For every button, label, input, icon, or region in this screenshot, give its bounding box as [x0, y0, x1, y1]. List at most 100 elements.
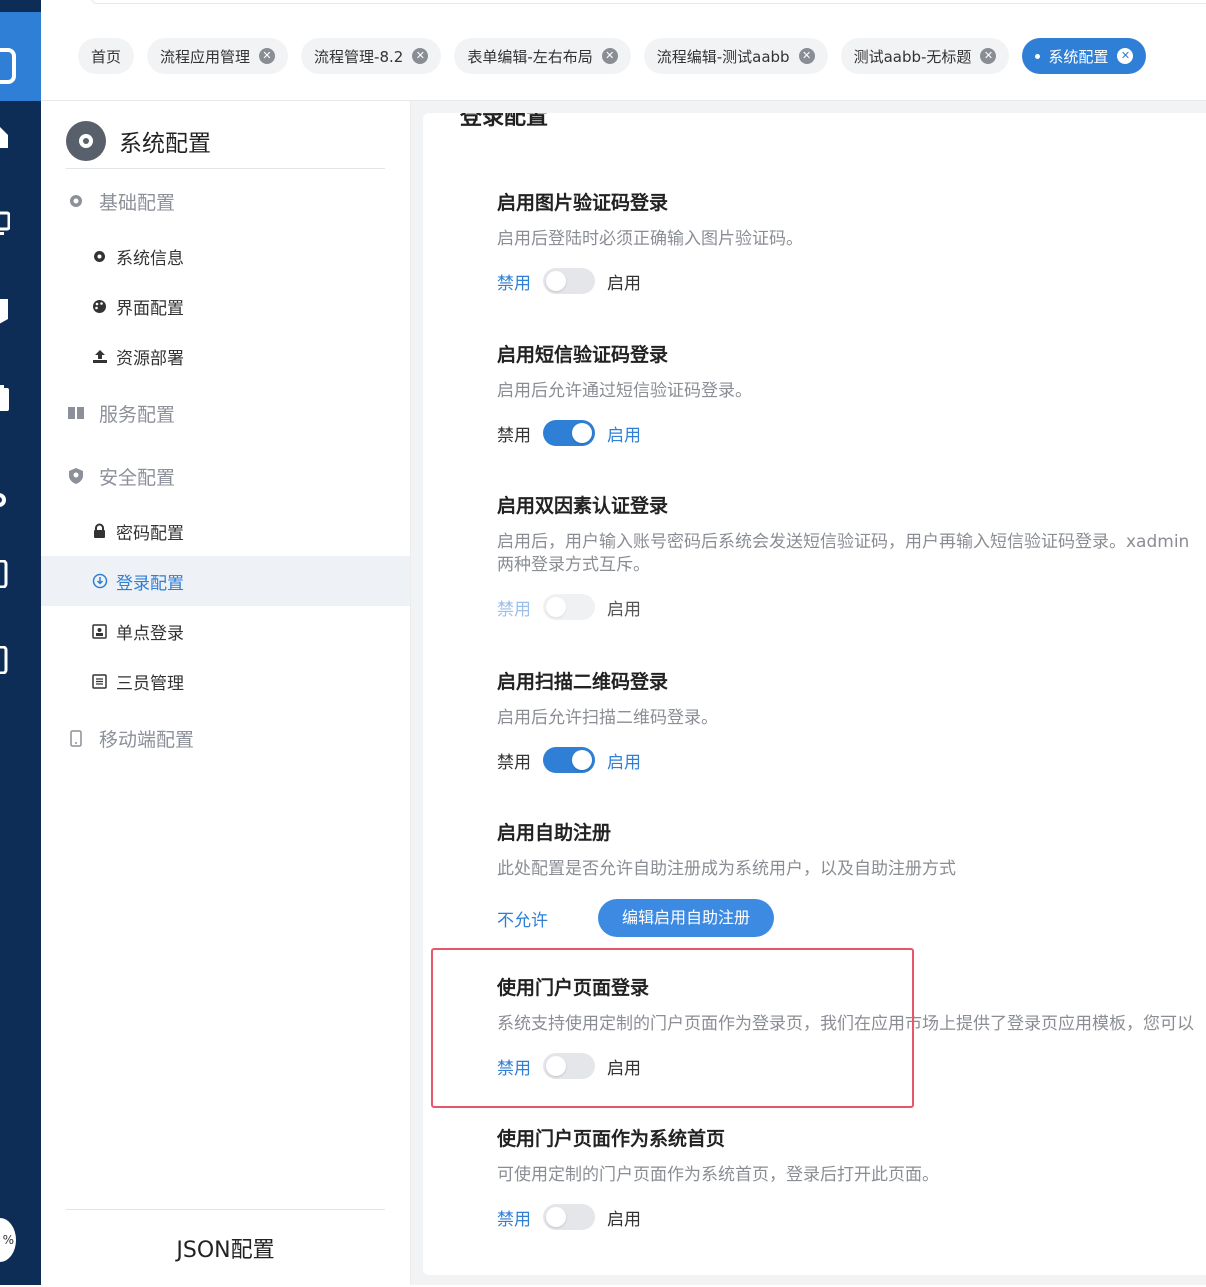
tab-label: 系统配置: [1048, 47, 1109, 66]
active-dot: [1035, 53, 1041, 59]
on-label: 启用: [607, 1209, 641, 1230]
sidebar-header: 系统配置: [66, 120, 385, 169]
gear-icon: [91, 248, 108, 265]
sidebar-item-resource-deploy[interactable]: 资源部署: [41, 331, 410, 381]
tab-home[interactable]: 首页: [78, 38, 135, 74]
tab-label: 流程应用管理: [160, 47, 251, 66]
sidebar-title: 系统配置: [119, 131, 211, 157]
section-desc: 启用后，用户输入账号密码后系统会发送短信验证码，用户再输入短信验证码登录。xad…: [497, 532, 1190, 552]
sidebar-item-three-admins[interactable]: 三员管理: [41, 656, 410, 706]
off-label: 禁用: [497, 425, 531, 446]
tab-label: 流程编辑-测试aabb: [656, 47, 790, 66]
section-desc: 启用后登陆时必须正确输入图片验证码。: [497, 229, 803, 249]
main-content: 登录配置 启用图片验证码登录 启用后登陆时必须正确输入图片验证码。 禁用 启用 …: [411, 101, 1206, 1285]
top-bar: 首页 流程应用管理 ✕ 流程管理-8.2 ✕ 表单编辑-左右布局 ✕ 流程编辑-测试a…: [41, 0, 1206, 101]
sidebar-item-system-info[interactable]: 系统信息: [41, 231, 410, 281]
section-title: 使用门户页面登录: [497, 977, 650, 999]
tab-form-edit[interactable]: 表单编辑-左右布局 ✕: [454, 38, 631, 74]
tab-process-app-mgmt[interactable]: 流程应用管理 ✕: [147, 38, 289, 74]
left-rail: %: [0, 0, 41, 1285]
group-security[interactable]: 安全配置: [66, 461, 175, 491]
sidebar-item-label: 登录配置: [116, 573, 184, 594]
sidebar-item-label: 密码配置: [116, 523, 184, 544]
shield-icon: [66, 466, 86, 486]
group-service[interactable]: 服务配置: [66, 398, 175, 428]
switch-row: 禁用 启用: [497, 745, 1206, 775]
tablet-icon[interactable]: [0, 559, 10, 589]
section-sms: 启用短信验证码登录 启用后允许通过短信验证码登录。 禁用 启用: [497, 341, 1206, 448]
switch-row: 禁用 启用: [497, 266, 1206, 296]
progress-badge[interactable]: %: [0, 1218, 16, 1262]
sidebar-item-password[interactable]: 密码配置: [41, 506, 410, 556]
section-desc: 此处配置是否允许自助注册成为系统用户，以及自助注册方式: [497, 859, 956, 879]
section-title: 使用门户页面作为系统首页: [497, 1128, 726, 1150]
sidebar-item-label: 系统信息: [116, 248, 184, 269]
tab-bar: 首页 流程应用管理 ✕ 流程管理-8.2 ✕ 表单编辑-左右布局 ✕ 流程编辑-测试a…: [78, 38, 1147, 74]
off-label: 禁用: [497, 752, 531, 773]
two-factor-toggle[interactable]: [543, 594, 595, 620]
close-icon[interactable]: ✕: [601, 48, 618, 64]
sidebar-item-sso[interactable]: 单点登录: [41, 606, 410, 656]
on-label: 启用: [607, 1058, 641, 1079]
off-label: 禁用: [497, 1058, 531, 1079]
close-icon[interactable]: ✕: [798, 48, 815, 64]
app-logo[interactable]: [0, 12, 41, 101]
page-title: 登录配置: [460, 113, 549, 130]
group-label: 基础配置: [99, 191, 176, 214]
qrcode-toggle[interactable]: [543, 747, 595, 773]
close-icon[interactable]: ✕: [259, 48, 276, 64]
captcha-toggle[interactable]: [543, 268, 595, 294]
clipboard-icon[interactable]: [0, 384, 10, 412]
portal-login-toggle[interactable]: [543, 1053, 595, 1079]
home-icon[interactable]: [0, 122, 10, 150]
off-label: 禁用: [497, 1209, 531, 1230]
section-desc: 启用后允许通过短信验证码登录。: [497, 381, 752, 401]
mobile-icon: [66, 728, 86, 748]
close-icon[interactable]: ✕: [980, 48, 997, 64]
json-config-button[interactable]: JSON配置: [66, 1209, 385, 1285]
search-input[interactable]: [91, 0, 1206, 4]
register-status-link[interactable]: 不允许: [497, 906, 548, 931]
on-label: 启用: [607, 273, 641, 294]
on-label: 启用: [607, 752, 641, 773]
gear-icon[interactable]: [0, 488, 10, 516]
close-icon[interactable]: ✕: [1117, 48, 1134, 64]
sidebar-item-ui-config[interactable]: 界面配置: [41, 281, 410, 331]
tab-test-untitled[interactable]: 测试aabb-无标题 ✕: [840, 38, 1010, 74]
group-basic[interactable]: 基础配置: [66, 186, 175, 216]
section-captcha: 启用图片验证码登录 启用后登陆时必须正确输入图片验证码。 禁用 启用: [497, 189, 1206, 296]
switch-row: 禁用 启用: [497, 1202, 1206, 1232]
tab-system-config[interactable]: 系统配置 ✕: [1022, 38, 1147, 74]
app-window: % 首页 流程应用管理 ✕ 流程管理-8.2 ✕ 表单编辑-左右布局 ✕ 流程编辑-测…: [0, 0, 1206, 1287]
on-label: 启用: [607, 599, 641, 620]
edit-register-button[interactable]: 编辑启用自助注册: [598, 899, 775, 937]
section-title: 启用自助注册: [497, 822, 612, 844]
sms-toggle[interactable]: [543, 420, 595, 446]
sidebar-item-login[interactable]: 登录配置: [41, 556, 410, 606]
tab-process-mgmt[interactable]: 流程管理-8.2 ✕: [301, 38, 442, 74]
group-label: 服务配置: [99, 403, 176, 426]
section-desc: 系统支持使用定制的门户页面作为登录页，我们在应用市场上提供了登录页应用模板，您可…: [497, 1014, 1194, 1034]
switch-row: 禁用 启用: [497, 1051, 1206, 1081]
tab-process-edit[interactable]: 流程编辑-测试aabb ✕: [643, 38, 828, 74]
section-title: 启用双因素认证登录: [497, 495, 669, 517]
off-label: 禁用: [497, 599, 531, 620]
group-mobile[interactable]: 移动端配置: [66, 723, 194, 753]
sidebar-item-label: 资源部署: [116, 348, 184, 369]
tab-label: 流程管理-8.2: [314, 47, 404, 66]
section-portal-home: 使用门户页面作为系统首页 可使用定制的门户页面作为系统首页，登录后打开此页面。 …: [497, 1125, 1206, 1232]
document-icon[interactable]: [0, 297, 10, 325]
section-title: 启用扫描二维码登录: [497, 671, 669, 693]
upload-icon: [91, 348, 108, 365]
close-icon[interactable]: ✕: [412, 48, 429, 64]
tab-label: 表单编辑-左右布局: [467, 47, 593, 66]
off-label: 禁用: [497, 273, 531, 294]
portal-home-toggle[interactable]: [543, 1204, 595, 1230]
tab-label: 首页: [91, 47, 122, 66]
monitor-icon[interactable]: [0, 210, 11, 238]
mobile-icon[interactable]: [0, 645, 10, 675]
login-config-panel: 登录配置 启用图片验证码登录 启用后登陆时必须正确输入图片验证码。 禁用 启用 …: [423, 113, 1206, 1275]
logo-icon: [0, 48, 16, 84]
register-row: 不允许 编辑启用自助注册: [497, 899, 1206, 937]
tab-label: 测试aabb-无标题: [853, 47, 972, 66]
